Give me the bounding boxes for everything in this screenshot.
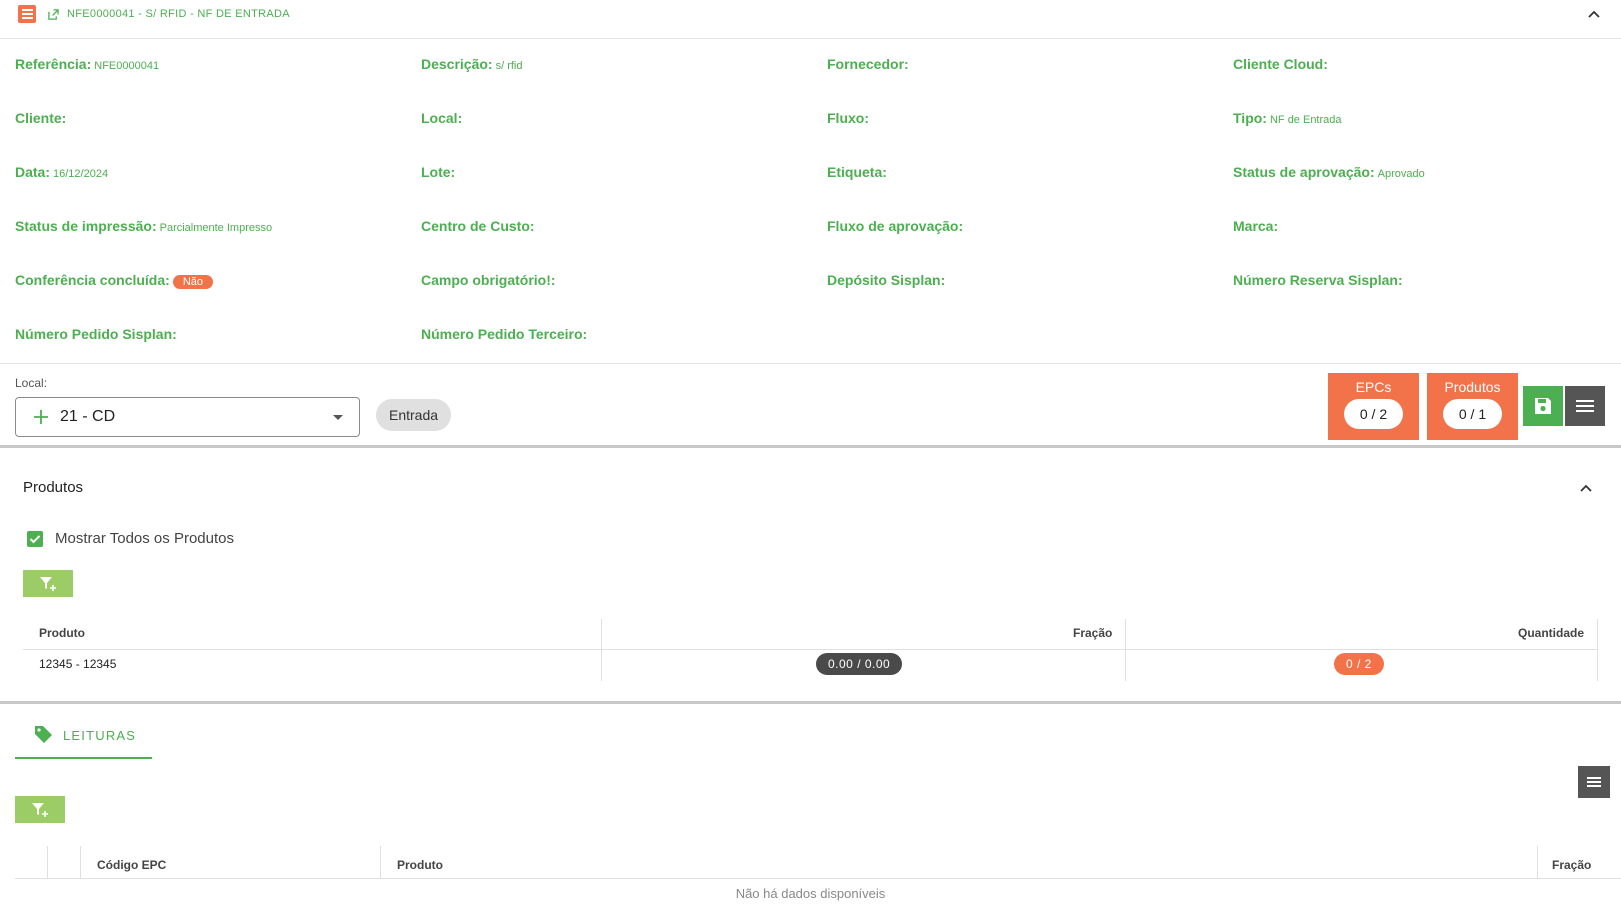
field-numero-reserva: Número Reserva Sisplan: <box>1233 272 1403 288</box>
options-menu-button[interactable] <box>1565 386 1605 426</box>
chevron-up-icon[interactable] <box>1578 480 1594 496</box>
field-tipo: Tipo: NF de Entrada <box>1233 110 1342 126</box>
header-bar: NFE0000041 - S/ RFID - NF DE ENTRADA <box>0 0 1621 39</box>
field-status-impressao: Status de impressão: Parcialmente Impress… <box>15 218 273 234</box>
save-button[interactable] <box>1523 386 1563 426</box>
column-divider <box>1125 619 1126 681</box>
produtos-counter: Produtos 0 / 1 <box>1427 373 1518 440</box>
field-referencia: Referência: NFE0000041 <box>15 56 160 72</box>
local-label: Local: <box>15 376 48 390</box>
field-marca: Marca: <box>1233 218 1279 234</box>
show-all-checkbox[interactable] <box>27 531 43 547</box>
col-produto[interactable]: Produto <box>39 626 85 640</box>
local-toolbar: Local: 21 - CD Entrada EPCs 0 / 2 Produt… <box>0 363 1621 448</box>
tag-icon <box>35 726 52 743</box>
tab-leituras[interactable]: LEITURAS <box>15 714 152 759</box>
status-badge: Não <box>172 275 213 289</box>
header-divider <box>15 878 1621 879</box>
field-conferencia: Conferência concluída: Não <box>15 272 213 289</box>
column-divider <box>1537 846 1538 878</box>
produtos-panel: Produtos Mostrar Todos os Produtos Produ… <box>0 448 1621 704</box>
col-quantidade[interactable]: Quantidade <box>1518 626 1584 640</box>
open-external-icon[interactable] <box>48 9 59 20</box>
field-etiqueta: Etiqueta: <box>827 164 887 180</box>
field-cliente: Cliente: <box>15 110 67 126</box>
field-fluxo: Fluxo: <box>827 110 869 126</box>
column-divider <box>1597 619 1598 681</box>
epcs-label: EPCs <box>1355 379 1392 395</box>
field-deposito: Depósito Sisplan: <box>827 272 946 288</box>
field-fluxo-aprovacao: Fluxo de aprovação: <box>827 218 964 234</box>
page-title: NFE0000041 - S/ RFID - NF DE ENTRADA <box>67 8 290 20</box>
field-lote: Lote: <box>421 164 456 180</box>
leituras-panel: LEITURAS Código EPC Produto Fração Não h… <box>0 704 1621 905</box>
field-numero-pedido: Número Pedido Sisplan: <box>15 326 177 342</box>
col-fracao[interactable]: Fração <box>1552 858 1591 872</box>
caret-down-icon <box>333 415 343 420</box>
filter-add-button[interactable] <box>15 796 65 823</box>
field-descricao: Descrição: s/ rfid <box>421 56 523 72</box>
epcs-value: 0 / 2 <box>1344 399 1403 429</box>
col-fracao[interactable]: Fração <box>1073 626 1112 640</box>
field-data: Data: 16/12/2024 <box>15 164 109 180</box>
tab-leituras-label: LEITURAS <box>63 728 137 743</box>
column-divider <box>80 846 81 878</box>
field-status-aprovacao: Status de aprovação: Aprovado <box>1233 164 1425 180</box>
mode-chip[interactable]: Entrada <box>376 399 452 431</box>
field-campo-obrigatorio: Campo obrigatório!: <box>421 272 556 288</box>
epcs-counter: EPCs 0 / 2 <box>1328 373 1419 440</box>
fracao-pill: 0.00 / 0.00 <box>816 653 903 675</box>
field-cliente-cloud: Cliente Cloud: <box>1233 56 1328 72</box>
save-icon <box>1535 398 1551 414</box>
empty-message: Não há dados disponíveis <box>735 886 886 901</box>
filter-plus-icon <box>32 802 48 817</box>
menu-icon[interactable] <box>18 5 36 23</box>
column-divider <box>47 846 48 878</box>
col-produto[interactable]: Produto <box>397 858 443 872</box>
filter-add-button[interactable] <box>23 570 73 597</box>
filter-plus-icon <box>40 576 56 591</box>
field-local: Local: <box>421 110 463 126</box>
field-centro-custo: Centro de Custo: <box>421 218 535 234</box>
produtos-label: Produtos <box>1444 379 1501 395</box>
local-select[interactable]: 21 - CD <box>15 397 360 437</box>
col-codigo-epc[interactable]: Código EPC <box>97 858 166 872</box>
chevron-up-icon[interactable] <box>1586 6 1602 22</box>
local-select-value: 21 - CD <box>60 408 116 425</box>
produtos-title: Produtos <box>23 479 84 496</box>
field-numero-pedido-terceiro: Número Pedido Terceiro: <box>421 326 588 342</box>
column-divider <box>380 846 381 878</box>
show-all-label: Mostrar Todos os Produtos <box>55 530 234 547</box>
quantidade-pill: 0 / 2 <box>1334 653 1384 675</box>
column-divider <box>601 619 602 681</box>
plus-icon <box>34 410 48 424</box>
cell-produto: 12345 - 12345 <box>39 657 117 671</box>
document-info: Referência: NFE0000041 Descrição: s/ rfid … <box>0 39 1621 363</box>
leituras-menu-button[interactable] <box>1578 766 1610 798</box>
header-divider <box>23 649 1598 650</box>
field-fornecedor: Fornecedor: <box>827 56 909 72</box>
check-icon <box>29 535 41 544</box>
produtos-value: 0 / 1 <box>1443 399 1502 429</box>
